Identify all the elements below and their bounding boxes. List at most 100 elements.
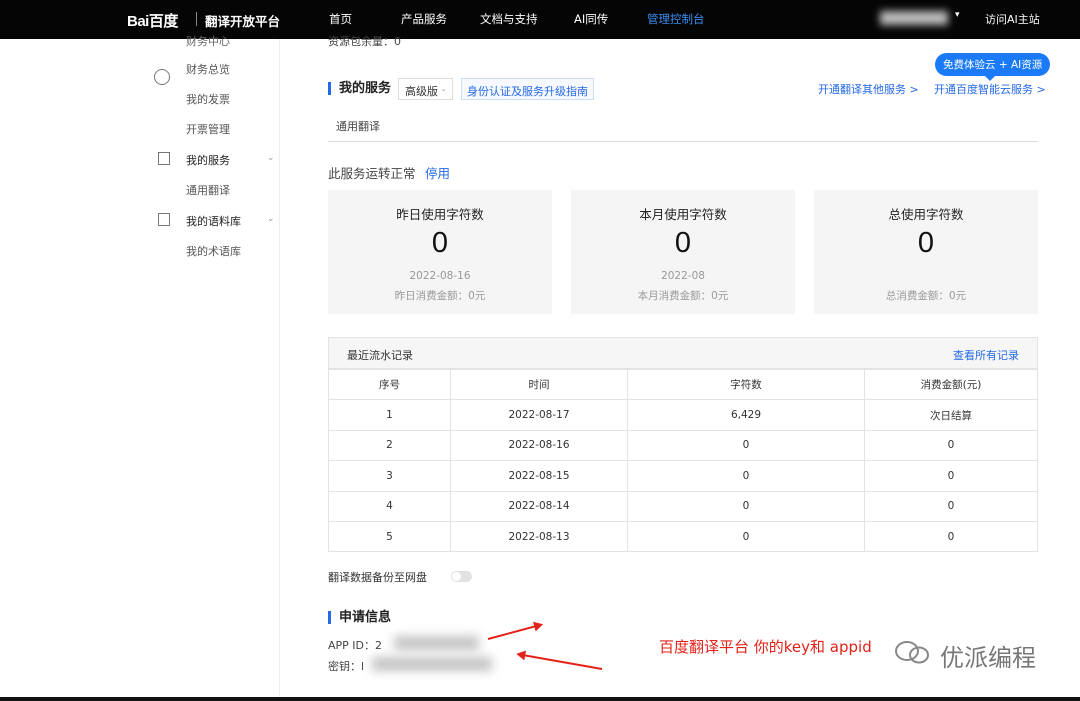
visit-ai-site-link[interactable]: 访问AI主站 [985,11,1040,27]
watermark-text: 优派编程 [940,644,1036,672]
table-cell: 2022-08-17 [450,399,628,431]
chevron-down-icon[interactable]: ⌄ [267,214,275,224]
table-cell: 2022-08-16 [450,429,628,462]
nav-home[interactable]: 首页 [329,11,352,27]
table-row: 2 2022-08-16 0 0 [328,429,1038,462]
platform-name: 翻译开放平台 [205,14,281,29]
card-value: 0 [674,227,692,259]
nav-products[interactable]: 产品服务 [401,11,447,27]
finance-icon [154,69,170,85]
free-trial-button[interactable]: 免费体验云 + AI资源 [935,53,1051,81]
table-cell: 0 [627,460,865,492]
table-cell: 0 [864,429,1038,462]
card-title: 本月使用字符数 [639,207,727,222]
card-money: 昨日消费金额：0元 [394,290,486,302]
col-index: 序号 [328,368,451,401]
open-baidu-cloud-link[interactable]: 开通百度智能云服务 > [934,81,1046,97]
records-header: 最近流水记录 查看所有记录 [328,337,1038,369]
app-id-blurred [394,636,479,650]
sidebar-group-finance[interactable]: 财务中心 [186,33,230,49]
logo-divider [196,12,197,26]
table-cell: 3 [328,460,451,492]
table-cell: 0 [864,520,1038,553]
sidebar-item-general-translation[interactable]: 通用翻译 [186,182,230,198]
table-row: 4 2022-08-14 0 0 [328,490,1038,522]
nav-console[interactable]: 管理控制台 [647,11,705,27]
key-blurred [372,657,492,671]
table-cell: 0 [864,490,1038,522]
nav-docs[interactable]: 文档与支持 [480,11,538,27]
table-cell: 0 [627,429,865,462]
sidebar-group-my-corpus[interactable]: 我的语料库 [186,213,241,229]
table-cell: 0 [627,490,865,522]
records-table: 序号 时间 字符数 消费金额(元) 1 2022-08-17 6,429 次日结算 2 2… [328,368,1038,553]
nav-ai-interpret[interactable]: AI同传 [574,11,608,27]
chevron-down-icon: ⌄ [440,84,447,93]
stop-service-link[interactable]: 停用 [425,163,450,182]
screenshot-frame: Bai百度 翻译开放平台 首页 产品服务 文档与支持 AI同传 管理控制台 ▾ … [0,0,1080,701]
table-cell: 次日结算 [864,399,1038,431]
table-cell: 2022-08-15 [450,460,628,492]
service-level-select[interactable]: 高级版 ⌄ [398,78,453,100]
logo-text: Bai百度 [127,13,178,30]
backup-label: 翻译数据备份至网盘 [328,571,427,584]
card-money: 本月消费金额：0元 [637,290,729,302]
key-label: 密钥：l [328,660,365,673]
sidebar-item-my-invoices[interactable]: 我的发票 [186,91,230,107]
service-status: 此服务运转正常 [328,166,416,181]
table-cell: 0 [627,520,865,553]
col-cost: 消费金额(元) [864,368,1038,401]
card-value: 0 [431,227,449,259]
bottom-edge [0,697,1080,701]
sidebar-item-finance-overview[interactable]: 财务总览 [186,61,230,77]
card-date: 2022-08-16 [409,270,471,282]
resource-balance-text: 资源包余量：0 [328,35,401,48]
table-cell: 2022-08-13 [450,520,628,553]
card-date: 2022-08 [661,270,705,282]
annotation-note: 百度翻译平台 你的key和 appid [659,638,872,656]
table-cell: 6,429 [627,399,865,431]
card-money: 总消费金额：0元 [885,290,967,302]
sidebar-group-my-services[interactable]: 我的服务 [186,152,230,168]
table-row: 5 2022-08-13 0 0 [328,520,1038,553]
table-cell: 1 [328,399,451,431]
table-row: 3 2022-08-15 0 0 [328,460,1038,492]
user-dropdown-icon[interactable]: ▾ [955,10,960,20]
col-time: 时间 [450,368,628,401]
main-content: 资源包余量：0 免费体验云 + AI资源 我的服务 高级版 ⌄ 身份认证及服务升级… [280,35,1080,701]
document-icon [158,152,170,165]
top-navbar: Bai百度 翻译开放平台 首页 产品服务 文档与支持 AI同传 管理控制台 ▾ … [0,0,1080,39]
app-id-label: APP ID：2 [328,639,383,652]
table-cell: 0 [864,460,1038,492]
upgrade-guide-link[interactable]: 身份认证及服务升级指南 [461,78,594,100]
table-cell: 5 [328,520,451,553]
my-services-title: 我的服务 [328,82,391,95]
col-chars: 字符数 [627,368,865,401]
table-cell: 4 [328,490,451,522]
table-row: 1 2022-08-17 6,429 次日结算 [328,399,1038,431]
corpus-icon [158,213,170,226]
wechat-icon [895,641,929,664]
user-name-blurred[interactable] [880,11,948,25]
card-value: 0 [917,227,935,259]
tab-divider [328,141,1038,142]
records-panel: 最近流水记录 查看所有记录 序号 时间 字符数 消费金额(元) 1 2022-08… [328,337,1038,553]
sidebar-item-invoice-management[interactable]: 开票管理 [186,121,230,137]
card-title: 总使用字符数 [888,207,964,222]
table-cell: 2 [328,429,451,462]
records-title: 最近流水记录 [347,349,413,362]
chevron-down-icon[interactable]: ⌄ [267,153,275,163]
backup-toggle[interactable] [451,571,472,582]
usage-card-yesterday: 昨日使用字符数 0 2022-08-16 昨日消费金额：0元 [328,190,552,314]
sidebar-item-term-base[interactable]: 我的术语库 [186,243,241,259]
baidu-logo[interactable]: Bai百度 [127,10,178,31]
view-all-records-link[interactable]: 查看所有记录 [953,347,1019,363]
apply-info-title: 申请信息 [328,611,391,624]
sidebar: 财务中心 财务总览 我的发票 开票管理 我的服务 ⌄ 通用翻译 我的语料库 ⌄ … [5,35,280,701]
table-cell: 2022-08-14 [450,490,628,522]
open-other-services-link[interactable]: 开通翻译其他服务 > [818,81,919,97]
usage-card-month: 本月使用字符数 0 2022-08 本月消费金额：0元 [571,190,795,314]
usage-card-total: 总使用字符数 0 总消费金额：0元 [814,190,1038,314]
tab-general-translation[interactable]: 通用翻译 [336,118,380,134]
card-title: 昨日使用字符数 [396,207,484,222]
